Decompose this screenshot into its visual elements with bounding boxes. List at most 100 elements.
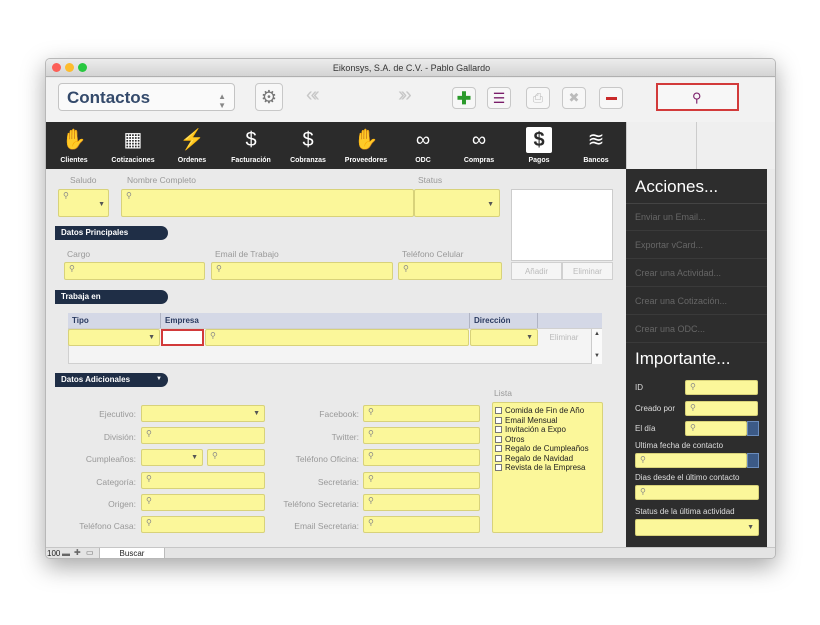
print-button[interactable]: ⎙	[526, 87, 550, 109]
module-pagos[interactable]: $ Pagos	[524, 122, 554, 169]
categoria-field[interactable]: ⚲	[141, 472, 265, 489]
calendar-icon[interactable]	[747, 421, 759, 436]
cargo-field[interactable]: ⚲	[64, 262, 205, 280]
previous-record-icon[interactable]: «‹	[306, 84, 320, 107]
module-cotizaciones[interactable]: ▦ Cotizaciones	[108, 122, 158, 169]
trabaja-en-scrollbar[interactable]: ▲ ▼	[591, 329, 602, 364]
lista-option[interactable]: Invitación a Expo	[495, 425, 602, 435]
nombre-completo-field[interactable]: ⚲	[121, 189, 414, 217]
ultima-fecha-field[interactable]: ⚲	[635, 453, 747, 468]
scroll-down-icon[interactable]: ▼	[594, 353, 600, 359]
search-icon: ⚲	[690, 382, 696, 391]
checkbox[interactable]	[495, 454, 502, 462]
trabaja-en-header: Trabaja en	[55, 290, 168, 304]
datos-adicionales-title: Datos Adicionales	[61, 375, 131, 384]
cumpleanos-dia-field[interactable]: ⚲	[207, 449, 265, 466]
module-clientes[interactable]: ✋ Clientes	[54, 122, 94, 169]
ejecutivo-select[interactable]: ▼	[141, 405, 265, 422]
datos-adicionales-header[interactable]: Datos Adicionales ▼	[55, 373, 168, 387]
email-field[interactable]: ⚲	[211, 262, 393, 280]
close-record-button[interactable]: ✖	[562, 87, 586, 109]
secretaria-field[interactable]: ⚲	[363, 472, 480, 489]
origen-field[interactable]: ⚲	[141, 494, 265, 511]
email-secretaria-field[interactable]: ⚲	[363, 516, 480, 533]
module-select[interactable]: Contactos ▲ ▼	[58, 83, 235, 111]
cumpleanos-select[interactable]: ▼	[141, 449, 203, 466]
search-icon: ⚲	[690, 403, 696, 412]
lista-option[interactable]: Email Mensual	[495, 416, 602, 426]
saludo-label: Saludo	[70, 175, 97, 185]
ejecutivo-label: Ejecutivo:	[99, 409, 136, 419]
search-button[interactable]: ⚲	[656, 83, 739, 111]
el-dia-field[interactable]: ⚲	[685, 421, 747, 436]
checkbox[interactable]	[495, 407, 502, 414]
photo-remove-button[interactable]: Eliminar	[562, 262, 613, 280]
lista-option-label: Comida de Fin de Año	[505, 406, 585, 415]
empresa-field[interactable]: ⚲	[205, 329, 469, 346]
dias-desde-field[interactable]: ⚲	[635, 485, 759, 500]
zoom-level[interactable]: 100	[47, 549, 60, 558]
action-enviar-email[interactable]: Enviar un Email...	[626, 204, 767, 231]
telefono-oficina-field[interactable]: ⚲	[363, 449, 480, 466]
lista-option[interactable]: Comida de Fin de Año	[495, 406, 602, 416]
module-ordenes[interactable]: ⚡ Ordenes	[172, 122, 212, 169]
zoom-in-icon[interactable]: ✚	[74, 548, 81, 557]
checkbox[interactable]	[495, 435, 502, 443]
facebook-field[interactable]: ⚲	[363, 405, 480, 422]
search-icon: ⚲	[368, 518, 374, 527]
trabaja-en-remove-button[interactable]: Eliminar	[539, 333, 589, 342]
module-cobranzas[interactable]: $ Cobranzas	[286, 122, 330, 169]
list-view-button[interactable]: ☰	[487, 87, 511, 109]
lista-option[interactable]: Regalo de Navidad	[495, 454, 602, 464]
lista-option[interactable]: Revista de la Empresa	[495, 463, 602, 473]
division-field[interactable]: ⚲	[141, 427, 265, 444]
empresa-tipo-cell[interactable]	[161, 329, 204, 346]
telefono-celular-field[interactable]: ⚲	[398, 262, 502, 280]
module-proveedores[interactable]: ✋ Proveedores	[341, 122, 391, 169]
checkbox[interactable]	[495, 416, 502, 424]
checkbox[interactable]	[495, 464, 502, 471]
delete-record-button[interactable]	[599, 87, 623, 109]
lista-option[interactable]: Regalo de Cumpleaños	[495, 444, 602, 454]
photo-add-button[interactable]: Añadir	[511, 262, 562, 280]
lista-option[interactable]: Otros	[495, 435, 602, 445]
action-crear-odc[interactable]: Crear una ODC...	[626, 316, 767, 343]
dias-desde-label: Dias desde el último contacto	[635, 473, 740, 482]
action-crear-cotizacion[interactable]: Crear una Cotización...	[626, 288, 767, 315]
settings-button[interactable]: ⚙	[255, 83, 283, 111]
module-odc[interactable]: ∞ ODC	[408, 122, 438, 169]
importante-title: Importante...	[635, 349, 731, 368]
scroll-up-icon[interactable]: ▲	[594, 331, 600, 337]
divider	[469, 313, 470, 328]
creado-por-field[interactable]: ⚲	[685, 401, 758, 416]
module-compras[interactable]: ∞ Compras	[463, 122, 495, 169]
search-icon: ⚲	[63, 191, 69, 200]
saludo-select[interactable]: ⚲ ▼	[58, 189, 109, 217]
mode-indicator[interactable]: Buscar	[99, 548, 165, 558]
origen-label: Origen:	[108, 499, 136, 509]
title-bar: Eikonsys, S.A. de C.V. - Pablo Gallardo	[46, 59, 775, 77]
column-tipo: Tipo	[72, 316, 89, 325]
calendar-icon[interactable]	[747, 453, 759, 468]
status-select[interactable]: ▼	[414, 189, 500, 217]
module-facturacion[interactable]: $ Facturación	[226, 122, 276, 169]
tipo-select[interactable]: ▼	[68, 329, 160, 346]
telefono-casa-field[interactable]: ⚲	[141, 516, 265, 533]
next-record-icon[interactable]: ›»	[398, 84, 412, 107]
twitter-field[interactable]: ⚲	[363, 427, 480, 444]
new-record-button[interactable]: ✚	[452, 87, 476, 109]
photo-box[interactable]	[511, 189, 613, 261]
direccion-select[interactable]: ▼	[470, 329, 538, 346]
action-crear-actividad[interactable]: Crear una Actividad...	[626, 260, 767, 287]
layout-icon[interactable]: ▭	[86, 548, 94, 557]
zoom-out-icon[interactable]: ▬	[62, 549, 70, 558]
checkbox[interactable]	[495, 426, 502, 433]
action-exportar-vcard[interactable]: Exportar vCard...	[626, 232, 767, 259]
module-select-label: Contactos	[67, 88, 151, 107]
telefono-secretaria-field[interactable]: ⚲	[363, 494, 480, 511]
email-secretaria-label: Email Secretaria:	[294, 521, 359, 531]
id-field[interactable]: ⚲	[685, 380, 758, 395]
status-actividad-select[interactable]: ▼	[635, 519, 759, 536]
checkbox[interactable]	[495, 445, 502, 452]
module-bancos[interactable]: ≋ Bancos	[579, 122, 613, 169]
